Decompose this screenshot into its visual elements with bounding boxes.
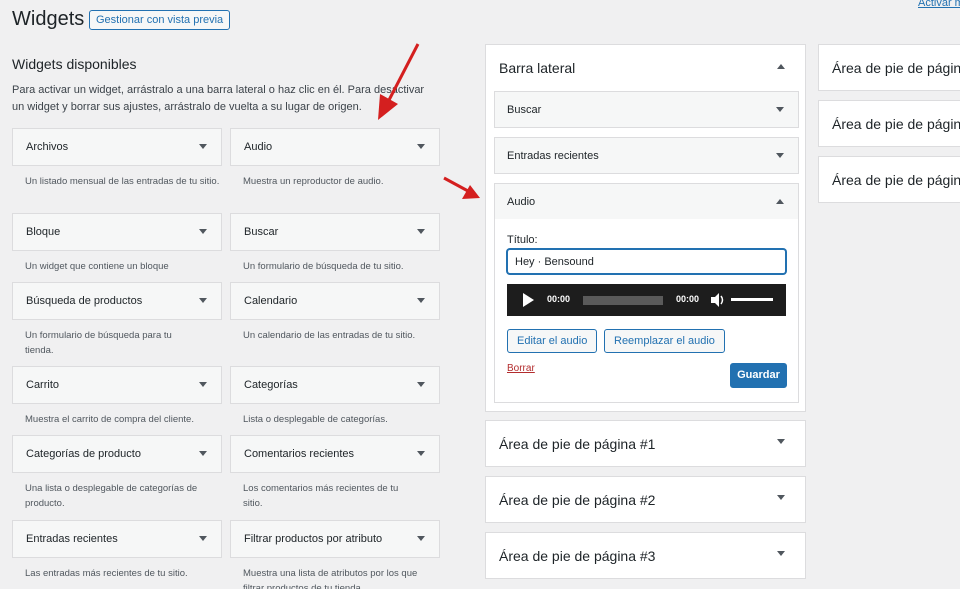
replace-audio-button[interactable]: Reemplazar el audio — [604, 329, 725, 353]
widget-label: Comentarios recientes — [244, 448, 355, 460]
widget-desc: Un formulario de búsqueda de tu sitio. — [243, 261, 404, 272]
delete-link[interactable]: Borrar — [507, 363, 535, 374]
sidebar-area: Barra lateral Buscar Entradas recientes … — [485, 44, 806, 412]
total-time: 00:00 — [676, 294, 700, 304]
widget-label: Entradas recientes — [26, 533, 118, 545]
widget-desc: Los comentarios más recientes de tu siti… — [243, 483, 399, 509]
play-icon[interactable] — [523, 293, 534, 307]
caret-down-icon[interactable] — [417, 298, 425, 303]
footer-area-1[interactable]: Área de pie de página #1 — [485, 420, 806, 467]
widget-label: Audio — [507, 196, 536, 208]
audio-widget-panel: Título: 00:00 00:00 Editar el audio Reem… — [494, 219, 799, 403]
widget-label: Bloque — [26, 226, 61, 238]
widget-bloque[interactable]: Bloque — [12, 213, 222, 251]
sidebar-area-title: Barra lateral — [499, 60, 576, 76]
activate-link[interactable]: Activar m — [918, 0, 960, 9]
available-widgets-title: Widgets disponibles — [12, 56, 137, 72]
page-title: Widgets — [12, 8, 85, 30]
widget-label: Buscar — [244, 226, 279, 238]
manage-preview-button[interactable]: Gestionar con vista previa — [89, 10, 231, 30]
caret-down-icon[interactable] — [417, 451, 425, 456]
footer-area-title: Área de pie de página #3 — [499, 548, 656, 564]
caret-up-icon[interactable] — [777, 64, 785, 69]
widget-audio[interactable]: Audio — [230, 128, 440, 166]
caret-down-icon[interactable] — [417, 382, 425, 387]
caret-down-icon[interactable] — [417, 229, 425, 234]
caret-down-icon[interactable] — [199, 298, 207, 303]
widget-entradas-recientes[interactable]: Entradas recientes — [12, 520, 222, 558]
current-time: 00:00 — [547, 294, 571, 304]
caret-down-icon[interactable] — [776, 153, 784, 158]
right-footer-area-1[interactable]: Área de pie de página — [818, 44, 960, 91]
volume-slider[interactable] — [731, 298, 773, 301]
widget-desc: Una lista o desplegable de categorías de… — [25, 483, 198, 509]
sidebar-widget-buscar[interactable]: Buscar — [494, 91, 799, 128]
caret-down-icon[interactable] — [776, 107, 784, 112]
caret-down-icon[interactable] — [199, 229, 207, 234]
available-widgets-intro: Para activar un widget, arrástralo a una… — [12, 84, 425, 113]
sidebar-widget-audio[interactable]: Audio — [494, 183, 799, 220]
widget-categorias-producto[interactable]: Categorías de producto — [12, 435, 222, 473]
widget-label: Entradas recientes — [507, 150, 599, 162]
widget-label: Carrito — [26, 379, 60, 391]
title-input[interactable] — [507, 249, 786, 274]
widget-desc: Un calendario de las entradas de tu siti… — [243, 330, 416, 341]
caret-down-icon[interactable] — [417, 536, 425, 541]
widget-label: Audio — [244, 141, 273, 153]
widget-label: Filtrar productos por atributo — [244, 533, 383, 545]
footer-area-title: Área de pie de página — [832, 172, 960, 188]
sidebar-widget-entradas-recientes[interactable]: Entradas recientes — [494, 137, 799, 174]
annotation-arrow-down — [378, 43, 420, 120]
widget-desc: Muestra el carrito de compra del cliente… — [25, 414, 194, 425]
caret-down-icon[interactable] — [777, 439, 785, 444]
widget-filtrar-productos[interactable]: Filtrar productos por atributo — [230, 520, 440, 558]
widget-desc: Un formulario de búsqueda para tu tienda… — [25, 330, 172, 356]
footer-area-title: Área de pie de página #1 — [499, 436, 656, 452]
title-label: Título: — [507, 234, 538, 246]
widget-calendario[interactable]: Calendario — [230, 282, 440, 320]
right-footer-area-2[interactable]: Área de pie de página — [818, 100, 960, 147]
caret-down-icon[interactable] — [777, 495, 785, 500]
widget-desc: Muestra un reproductor de audio. — [243, 176, 384, 187]
widget-categorias[interactable]: Categorías — [230, 366, 440, 404]
edit-audio-button[interactable]: Editar el audio — [507, 329, 598, 353]
caret-down-icon[interactable] — [199, 144, 207, 149]
footer-area-title: Área de pie de página — [832, 116, 960, 132]
footer-area-title: Área de pie de página — [832, 60, 960, 76]
footer-area-2[interactable]: Área de pie de página #2 — [485, 476, 806, 523]
footer-area-title: Área de pie de página #2 — [499, 492, 656, 508]
widget-label: Categorías — [244, 379, 298, 391]
footer-area-3[interactable]: Área de pie de página #3 — [485, 532, 806, 579]
caret-up-icon[interactable] — [776, 199, 784, 204]
widget-archivos[interactable]: Archivos — [12, 128, 222, 166]
progress-track[interactable] — [583, 296, 663, 305]
widget-carrito[interactable]: Carrito — [12, 366, 222, 404]
widget-label: Búsqueda de productos — [26, 295, 143, 307]
audio-player: 00:00 00:00 — [507, 284, 786, 316]
widget-label: Categorías de producto — [26, 448, 141, 460]
widget-desc: Un listado mensual de las entradas de tu… — [25, 176, 220, 187]
caret-down-icon[interactable] — [777, 551, 785, 556]
caret-down-icon[interactable] — [199, 382, 207, 387]
widget-desc: Lista o desplegable de categorías. — [243, 414, 388, 425]
save-button[interactable]: Guardar — [730, 363, 787, 388]
widget-buscar[interactable]: Buscar — [230, 213, 440, 251]
widget-desc: Un widget que contiene un bloque — [25, 261, 169, 272]
widget-label: Archivos — [26, 141, 69, 153]
widget-label: Buscar — [507, 104, 542, 116]
annotation-arrow-right — [443, 176, 480, 199]
widget-desc: Muestra una lista de atributos por los q… — [243, 568, 418, 589]
volume-icon[interactable] — [710, 292, 726, 308]
right-footer-area-3[interactable]: Área de pie de página — [818, 156, 960, 203]
widget-desc: Las entradas más recientes de tu sitio. — [25, 568, 188, 579]
widget-label: Calendario — [244, 295, 298, 307]
caret-down-icon[interactable] — [199, 451, 207, 456]
caret-down-icon[interactable] — [417, 144, 425, 149]
caret-down-icon[interactable] — [199, 536, 207, 541]
widget-comentarios-recientes[interactable]: Comentarios recientes — [230, 435, 440, 473]
widget-busqueda-productos[interactable]: Búsqueda de productos — [12, 282, 222, 320]
